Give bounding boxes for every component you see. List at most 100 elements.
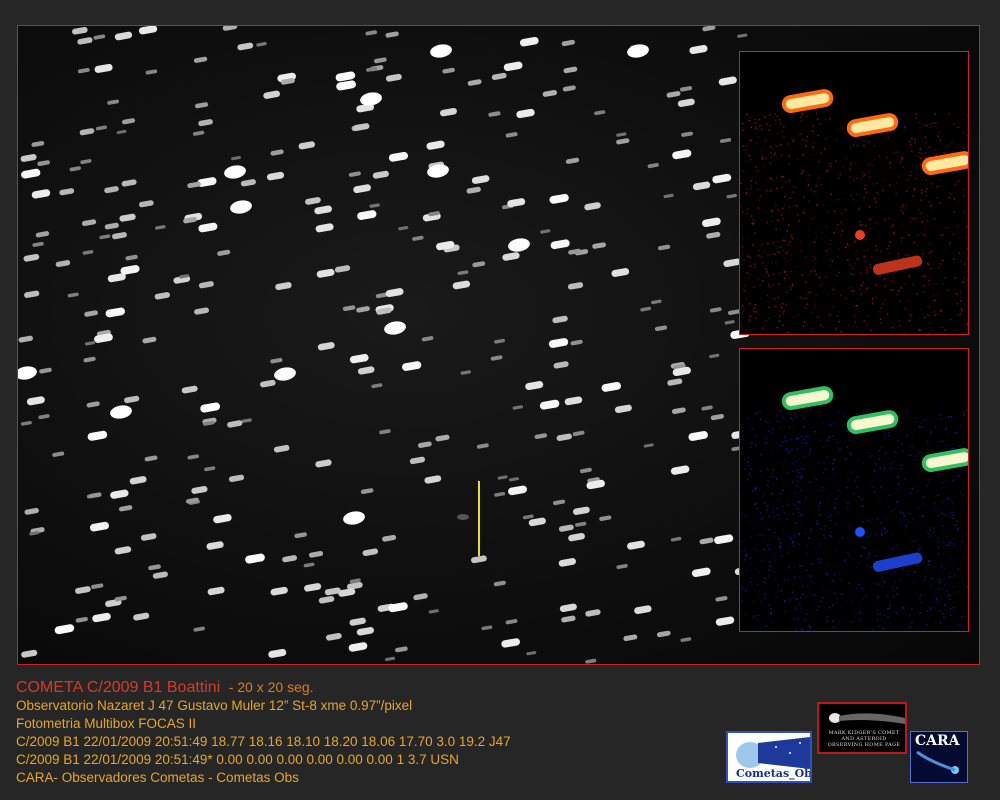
noise-pixel [956,431,959,434]
noise-pixel [955,606,957,609]
noise-pixel [822,472,825,474]
noise-pixel [900,206,902,209]
noise-pixel [934,314,936,317]
noise-pixel [942,440,945,443]
noise-pixel [836,566,838,568]
noise-pixel [948,572,951,574]
noise-pixel [825,137,827,140]
noise-pixel [893,449,895,452]
noise-pixel [826,619,828,622]
kidger-homepage-logo[interactable]: MARK KIDGER'S COMET AND ASTEROID OBSERVI… [817,702,907,754]
noise-pixel [754,503,757,505]
noise-pixel [744,149,747,152]
noise-pixel [810,409,812,411]
noise-pixel [826,170,828,173]
noise-pixel [942,525,944,528]
noise-pixel [884,179,886,181]
noise-pixel [853,528,856,531]
noise-pixel [860,241,862,244]
noise-pixel [864,184,867,186]
noise-pixel [913,581,915,584]
cara-logo[interactable]: CARA [910,731,968,783]
noise-pixel [909,143,912,146]
cometas-obs-logo[interactable]: Cometas_Obs [726,731,812,783]
noise-pixel [749,265,752,267]
noise-pixel [751,309,754,311]
noise-pixel [754,118,756,121]
noise-pixel [919,612,921,615]
noise-pixel [925,227,927,229]
noise-pixel [857,623,860,626]
noise-pixel [836,441,839,444]
noise-pixel [933,502,936,504]
noise-pixel [875,284,877,287]
noise-pixel [863,196,865,199]
noise-pixel [861,302,864,304]
noise-pixel [749,116,751,119]
noise-pixel [808,230,811,233]
noise-pixel [933,506,936,509]
noise-pixel [911,540,913,543]
noise-pixel [919,164,922,166]
noise-pixel [847,551,849,554]
noise-pixel [796,265,798,268]
noise-pixel [909,314,912,316]
noise-pixel [777,251,780,253]
noise-pixel [768,628,771,630]
noise-pixel [892,233,895,236]
noise-pixel [888,245,890,247]
noise-pixel [759,284,761,287]
noise-pixel [748,425,750,428]
noise-pixel [813,141,815,144]
noise-pixel [758,490,761,493]
noise-pixel [777,514,779,516]
noise-pixel [793,566,796,568]
noise-pixel [814,547,817,549]
noise-pixel [752,243,754,246]
noise-pixel [787,566,790,568]
noise-pixel [806,136,809,138]
noise-pixel [792,139,794,142]
noise-pixel [825,250,828,252]
noise-pixel [955,329,957,331]
noise-pixel [865,410,867,412]
noise-pixel [941,326,944,328]
noise-pixel [765,319,767,322]
noise-pixel [947,515,950,518]
noise-pixel [842,166,844,168]
noise-pixel [768,604,771,607]
noise-pixel [767,253,769,256]
noise-pixel [828,436,830,439]
noise-pixel [850,471,853,473]
noise-pixel [808,624,810,626]
noise-pixel [769,177,772,179]
noise-pixel [861,498,863,501]
noise-pixel [897,476,899,478]
noise-pixel [811,130,814,133]
noise-pixel [924,568,927,570]
noise-pixel [955,524,957,526]
noise-pixel [832,423,835,425]
noise-pixel [886,530,888,532]
noise-pixel [898,290,900,292]
noise-pixel [773,284,775,286]
noise-pixel [743,309,745,312]
caption-line-observatory: Observatorio Nazaret J 47 Gustavo Muler … [16,698,413,713]
noise-pixel [782,239,785,241]
noise-pixel [887,428,889,431]
noise-pixel [960,424,962,427]
noise-pixel [840,491,843,494]
noise-pixel [871,480,873,483]
noise-pixel [865,232,868,234]
noise-pixel [813,241,816,243]
noise-pixel [754,126,757,128]
noise-pixel [874,158,876,161]
noise-pixel [947,497,950,500]
noise-pixel [920,189,923,191]
noise-pixel [833,573,835,576]
noise-pixel [963,210,966,213]
noise-pixel [908,276,911,278]
noise-pixel [877,222,880,225]
noise-pixel [939,179,941,181]
noise-pixel [763,581,765,583]
